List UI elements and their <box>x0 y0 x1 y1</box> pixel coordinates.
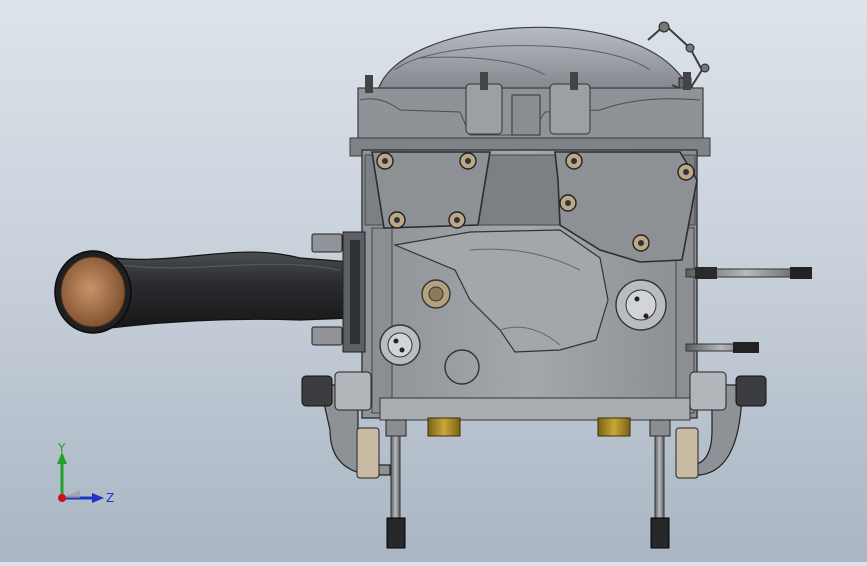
coolant-elbow-right <box>675 371 767 479</box>
mount-stud-right <box>649 419 671 549</box>
intake-hose <box>54 250 353 334</box>
right-stud-upper <box>685 267 812 279</box>
plenum-dome <box>359 26 702 96</box>
mount-stud-left <box>385 419 407 549</box>
sensor-port-left <box>379 324 421 366</box>
brass-fitting-left <box>427 417 461 437</box>
z-axis-label: Z <box>106 491 114 505</box>
cad-viewport[interactable] <box>0 0 867 562</box>
sensor-port-right <box>615 279 667 331</box>
right-stud-lower <box>685 342 759 353</box>
orientation-triad: Y Z <box>40 438 130 518</box>
z-axis-arrowhead <box>92 493 104 503</box>
left-cover-plate <box>371 151 491 229</box>
x-axis-origin-icon <box>58 494 66 502</box>
y-axis-label: Y <box>57 441 66 455</box>
brass-fitting-right <box>597 417 631 437</box>
port-left-upper <box>421 279 451 309</box>
